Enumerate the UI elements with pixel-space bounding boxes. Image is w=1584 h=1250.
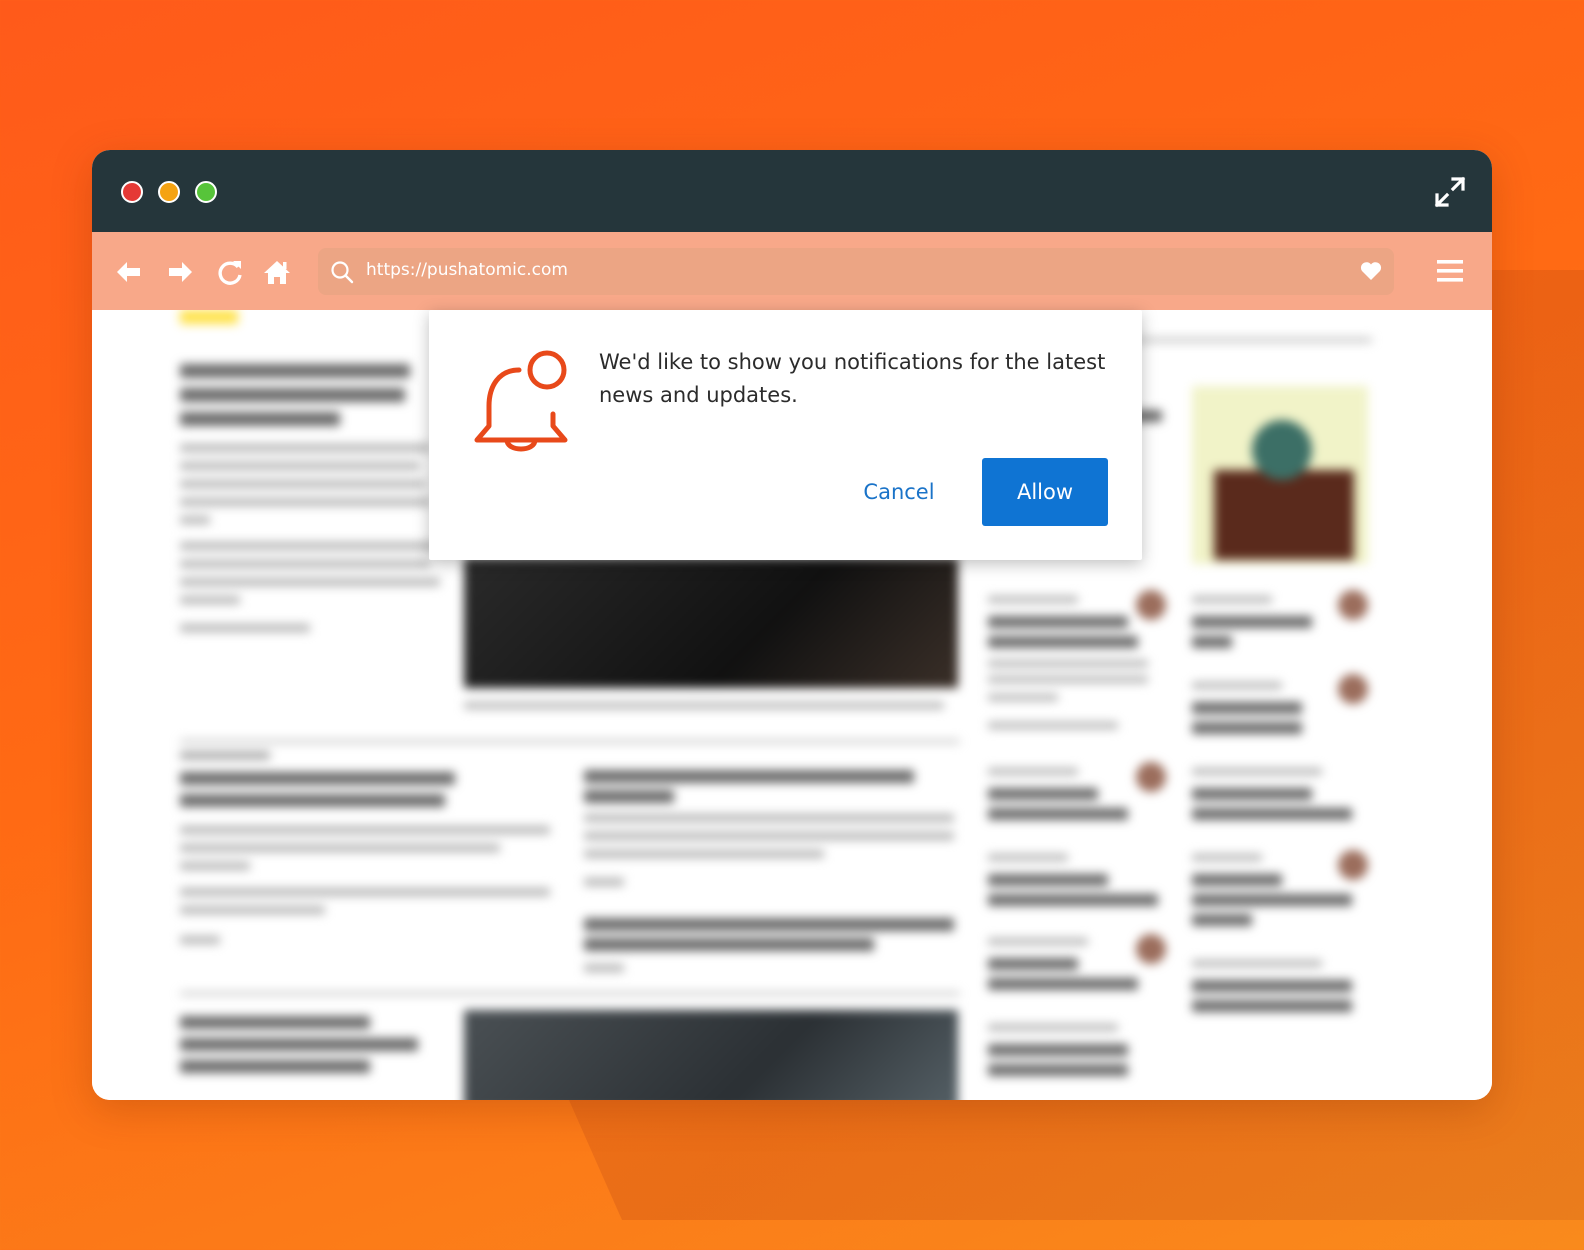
dialog-message: We'd like to show you notifications for … [599, 350, 1106, 407]
forward-arrow-icon[interactable] [167, 258, 195, 286]
zoom-window-button[interactable] [195, 181, 217, 203]
fullscreen-expand-icon[interactable] [1434, 176, 1466, 208]
hamburger-menu-icon[interactable] [1436, 258, 1464, 284]
allow-button[interactable]: Allow [982, 458, 1108, 526]
address-bar[interactable]: https://pushatomic.com [318, 248, 1394, 295]
browser-toolbar: https://pushatomic.com [92, 232, 1492, 310]
browser-window: https://pushatomic.com [92, 150, 1492, 1100]
notification-permission-dialog: We'd like to show you notifications for … [429, 310, 1142, 560]
reload-icon[interactable] [216, 258, 244, 286]
title-bar [92, 150, 1492, 232]
heart-icon[interactable] [1360, 261, 1382, 281]
search-icon [331, 261, 354, 284]
home-icon[interactable] [263, 258, 291, 286]
url-text: https://pushatomic.com [366, 260, 568, 280]
bell-icon [474, 350, 568, 452]
minimize-window-button[interactable] [158, 181, 180, 203]
close-window-button[interactable] [121, 181, 143, 203]
cancel-button[interactable]: Cancel [839, 458, 959, 526]
back-arrow-icon[interactable] [114, 258, 142, 286]
